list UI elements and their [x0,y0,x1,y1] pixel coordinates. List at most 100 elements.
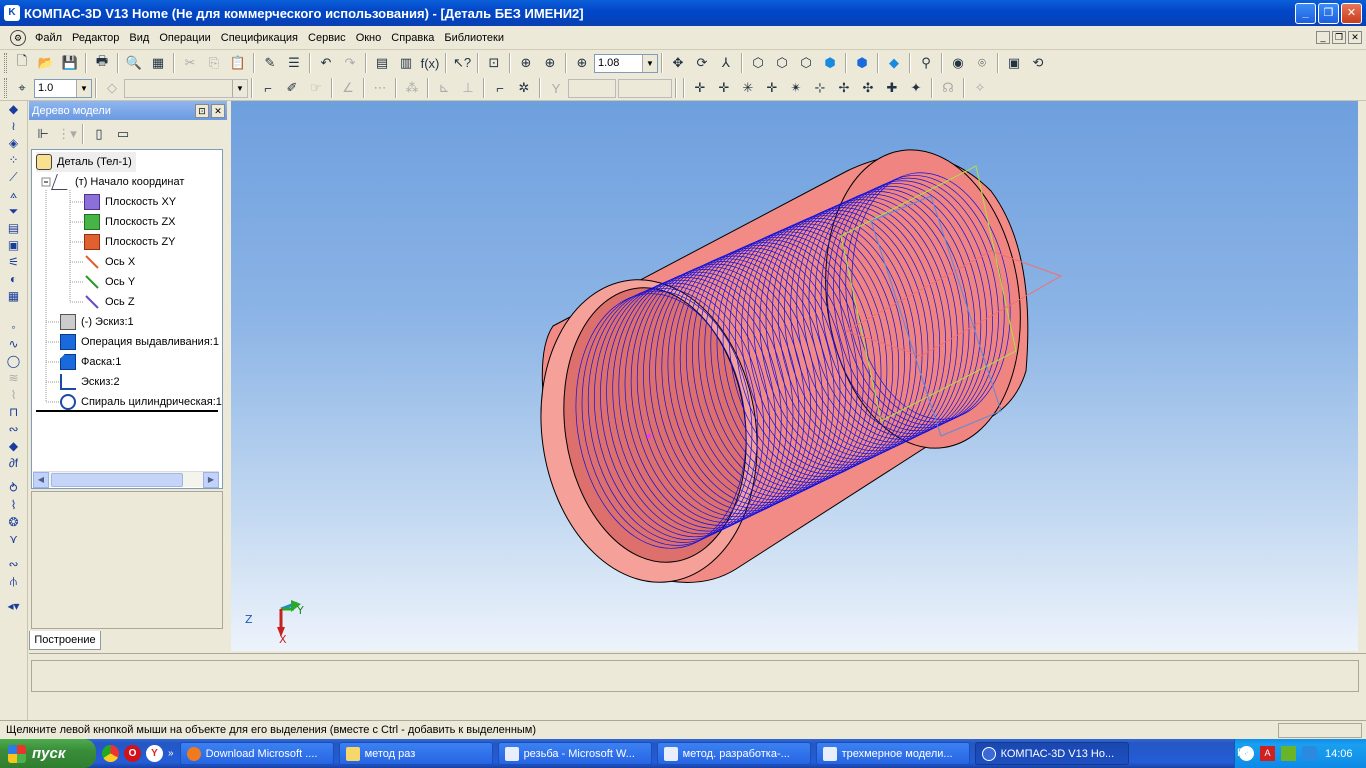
orientation-icon[interactable]: ⅄ [715,52,737,74]
cursor-coords-icon[interactable]: Y [545,77,567,99]
pan-icon[interactable]: ✥ [667,52,689,74]
model-scene[interactable]: Y Z X [231,101,1358,651]
tree-item-part[interactable]: Деталь (Тел-1) [36,152,136,172]
tree-doc-icon[interactable]: ▯ [88,123,110,145]
ortho-icon[interactable]: ∠ [337,77,359,99]
doc-manager-icon[interactable]: ▣ [1003,52,1025,74]
refresh-icon[interactable]: ⟲ [1027,52,1049,74]
model-icon[interactable]: ◉ [947,52,969,74]
reports-icon[interactable]: ▣ [3,237,25,254]
variables-icon[interactable]: f(x) [419,52,441,74]
line-icon[interactable]: ⌇ [3,387,25,404]
tab-build[interactable]: Построение [29,631,101,650]
menu-file[interactable]: Файл [30,32,67,44]
doc-minimize-button[interactable]: _ [1316,31,1330,44]
shaded-edges-icon[interactable]: ⬢ [851,52,873,74]
circle-icon[interactable]: ◯ [3,353,25,370]
library-icon[interactable]: ▥ [395,52,417,74]
coord-y-field[interactable] [618,78,672,98]
fill-icon[interactable]: ◆ [3,438,25,455]
menu-view[interactable]: Вид [124,32,154,44]
task-word-1[interactable]: резьба - Microsoft W... [497,742,652,765]
menu-libraries[interactable]: Библиотеки [439,32,509,44]
layer-icon[interactable]: ◇ [101,77,123,99]
new-document-icon[interactable]: 🗋 [11,52,33,74]
tray-nvidia-icon[interactable] [1281,746,1296,761]
zoom-in-icon[interactable]: ⊕ [539,52,561,74]
coord-x-field[interactable] [568,78,616,98]
cut-icon[interactable]: ✂ [179,52,201,74]
doc-restore-button[interactable]: ❐ [1332,31,1346,44]
spline-icon[interactable]: ∾ [3,421,25,438]
filter-objects-icon[interactable]: ⏷ [3,203,25,220]
sketch-mode-icon[interactable]: ⌐ [257,77,279,99]
zoom-combo[interactable]: 1.08 ▼ [594,53,658,73]
connect-icon[interactable]: ⋎ [3,531,25,548]
task-folder[interactable]: метод раз [338,742,493,765]
zoom-all-icon[interactable]: ⊡ [483,52,505,74]
snap-icon[interactable]: ⁂ [401,77,423,99]
clock[interactable]: 14:06 [1325,748,1353,760]
task-kompas[interactable]: КОМПАС-3D V13 Ho... [974,742,1129,765]
elements-icon[interactable]: ⚟ [3,254,25,271]
conic-helix-icon[interactable]: ⌇ [3,497,25,514]
measure-icon[interactable]: ⟑ [3,186,25,203]
chevron-down-icon[interactable]: ▼ [76,79,91,97]
tree-item-sketch-1[interactable]: (-) Эскиз:1 [60,312,134,332]
arrays-icon[interactable]: ⁘ [3,152,25,169]
markup-icon[interactable]: ▦ [3,288,25,305]
print-icon[interactable]: 🖶 [91,52,113,74]
snaps-toggle-icon[interactable]: ✲ [513,77,535,99]
sheet-metal-icon[interactable]: ◐ [3,271,25,288]
tree-item-plane-zx[interactable]: Плоскость ZX [84,212,176,232]
save-icon[interactable]: 💾 [59,52,81,74]
contour-icon[interactable]: ∾ [3,556,25,573]
aux-geometry-icon[interactable]: ⟋ [3,169,25,186]
chrome-icon[interactable] [102,745,119,762]
tree-pages-icon[interactable]: ▭ [112,123,134,145]
opera-icon[interactable]: O [124,745,141,762]
tree-structure-icon[interactable]: ⊩ [32,123,54,145]
tray-shield-icon[interactable] [1302,746,1317,761]
projection-icon[interactable]: ⫛ [3,573,25,590]
edit-icon[interactable]: ✐ [281,77,303,99]
tree-item-axis-x[interactable]: Ось X [84,252,135,272]
tray-antivirus-icon[interactable]: A [1260,746,1275,761]
specification-icon[interactable]: ▤ [3,220,25,237]
pin-icon[interactable]: ⊡ [195,103,209,118]
insert-icon[interactable]: ▦ [147,52,169,74]
tree-order-icon[interactable]: ⋮▾ [56,123,78,145]
maximize-button[interactable]: ❐ [1318,2,1339,24]
perspective-icon[interactable]: ◆ [883,52,905,74]
tree-item-extrude[interactable]: Операция выдавливания:1 [60,332,219,352]
snap-end-icon[interactable]: ✛ [713,77,735,99]
chevron-down-icon[interactable]: ▼ [232,79,247,97]
paste-icon[interactable]: 📋 [227,52,249,74]
tree-item-plane-xy[interactable]: Плоскость XY [84,192,176,212]
layer-combo[interactable]: ▼ [124,78,248,98]
spatial-curves-icon[interactable]: ≀ [3,118,25,135]
magnet-icon[interactable]: ☊ [937,77,959,99]
preview-icon[interactable]: 🔍 [123,52,145,74]
step-combo[interactable]: 1.0 ▼ [34,78,92,98]
snap-mid-icon[interactable]: ✳ [737,77,759,99]
snap-quadrant-icon[interactable]: ⊹ [809,77,831,99]
menu-operations[interactable]: Операции [154,32,215,44]
wireframe-icon[interactable]: ⬡ [747,52,769,74]
menu-specification[interactable]: Спецификация [216,32,303,44]
shaded-icon[interactable]: ⬢ [819,52,841,74]
open-icon[interactable]: 📂 [35,52,57,74]
zoom-dynamic-icon[interactable]: ⊕ [571,52,593,74]
tree-item-sketch-2[interactable]: Эскиз:2 [60,372,120,392]
surfaces-icon[interactable]: ◈ [3,135,25,152]
undo-icon[interactable]: ↶ [315,52,337,74]
hidden-lines-icon[interactable]: ⬡ [771,52,793,74]
yandex-icon[interactable]: Y [146,745,163,762]
extra-snaps-icon[interactable]: ✧ [969,77,991,99]
grid-icon[interactable]: ⋯ [369,77,391,99]
menu-help[interactable]: Справка [386,32,439,44]
redo-icon[interactable]: ↷ [339,52,361,74]
menu-editor[interactable]: Редактор [67,32,124,44]
expand-toolbar-icon[interactable]: ◂▾ [3,598,25,615]
close-icon[interactable]: ✕ [211,103,225,118]
